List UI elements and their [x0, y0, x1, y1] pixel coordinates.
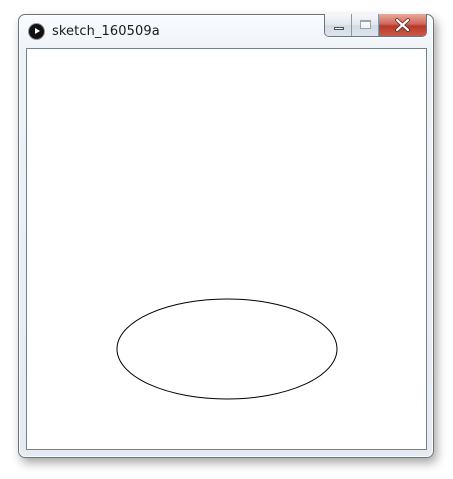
minimize-button[interactable] [325, 14, 352, 36]
close-icon [395, 18, 410, 32]
maximize-icon [360, 20, 371, 29]
sketch-canvas[interactable] [26, 48, 427, 450]
canvas-drawing [116, 298, 338, 400]
window-title: sketch_160509a [52, 24, 160, 39]
title-bar[interactable]: sketch_160509a [19, 14, 433, 48]
caption-buttons [324, 14, 427, 37]
ellipse-shape [116, 298, 338, 400]
minimize-icon [334, 27, 344, 30]
maximize-button[interactable] [352, 14, 379, 36]
desktop-background: sketch_160509a [0, 0, 453, 479]
sketch-window: sketch_160509a [18, 14, 434, 458]
processing-play-icon[interactable] [29, 24, 44, 39]
close-button[interactable] [379, 14, 426, 36]
